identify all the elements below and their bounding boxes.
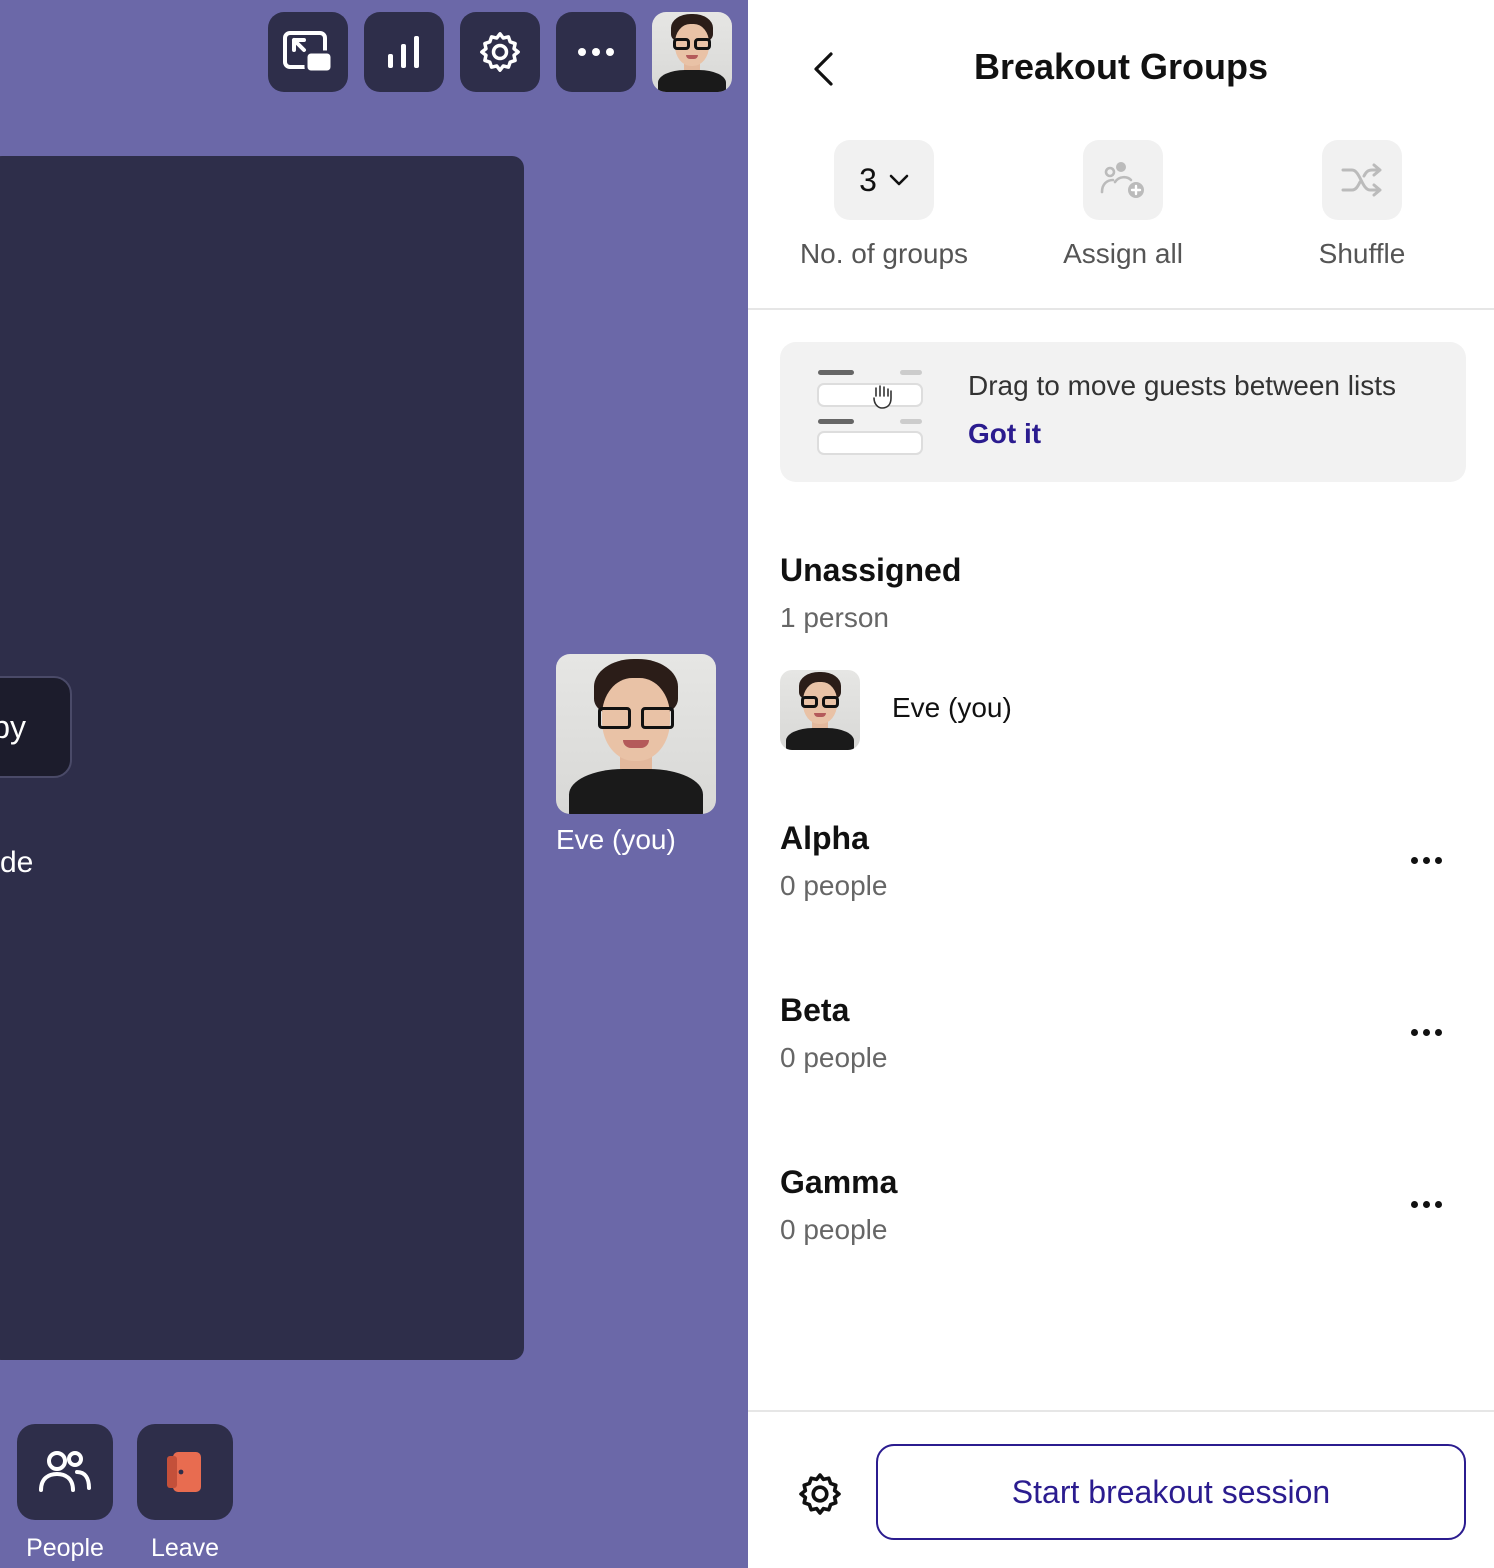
group-beta-count: 0 people [780, 1042, 888, 1073]
unassigned-title: Unassigned [780, 552, 962, 588]
people-button[interactable] [17, 1424, 113, 1520]
group-count-select[interactable]: 3 [834, 140, 934, 220]
controls-divider [748, 308, 1494, 310]
gear-icon [480, 32, 520, 72]
self-video-photo [556, 654, 716, 814]
group-gamma-title: Gamma [780, 1164, 898, 1200]
stats-icon [388, 36, 419, 68]
tip-text: Drag to move guests between lists [968, 370, 1396, 401]
group-beta-more-button[interactable] [1398, 1012, 1454, 1052]
shuffle-button[interactable] [1322, 140, 1402, 220]
breakout-settings-button[interactable] [796, 1470, 844, 1518]
group-count-label: No. of groups [799, 238, 969, 269]
stage-button[interactable]: py [0, 676, 72, 778]
shuffle-label: Shuffle [1318, 238, 1406, 269]
more-dot [1422, 1028, 1430, 1036]
leave-button[interactable] [137, 1424, 233, 1520]
pip-icon [283, 31, 334, 74]
more-dot [1422, 856, 1430, 864]
panel-title: Breakout Groups [973, 46, 1269, 87]
more-dot [1410, 1028, 1418, 1036]
group-alpha-count: 0 people [780, 870, 888, 901]
people-label: People [26, 1534, 104, 1562]
group-beta-title: Beta [780, 992, 850, 1028]
breakout-panel: Breakout Groups 3 No. of groups Assign a… [748, 0, 1494, 1568]
guest-avatar[interactable] [780, 670, 860, 750]
start-breakout-button[interactable]: Start breakout session [876, 1444, 1466, 1540]
assign-people-icon [1100, 162, 1144, 198]
stage-button-label: py [0, 708, 26, 745]
more-dot [1422, 1200, 1430, 1208]
call-area: py de Eve (you) People Leave [0, 0, 748, 1568]
guest-avatar-photo [780, 670, 860, 750]
stats-button[interactable] [364, 12, 444, 92]
leave-label: Leave [150, 1534, 220, 1562]
people-icon [39, 1451, 91, 1492]
footer-divider [748, 1410, 1494, 1412]
assign-all-label: Assign all [1063, 238, 1183, 269]
group-count-value: 3 [859, 161, 877, 198]
shuffle-icon [1341, 163, 1382, 197]
drag-illustration-icon [817, 370, 923, 455]
more-dot [1434, 856, 1442, 864]
group-gamma-count: 0 people [780, 1214, 888, 1245]
main-stage [0, 156, 524, 1360]
group-alpha-more-button[interactable] [1398, 840, 1454, 880]
user-avatar[interactable] [652, 12, 732, 92]
gear-icon [799, 1473, 841, 1515]
self-video-tile[interactable] [556, 654, 716, 814]
more-dot [1434, 1200, 1442, 1208]
stage-text: de [0, 846, 34, 879]
assign-all-button[interactable] [1083, 140, 1163, 220]
more-dot [1434, 1028, 1442, 1036]
avatar-photo [652, 12, 732, 92]
settings-button[interactable] [460, 12, 540, 92]
unassigned-count: 1 person [780, 602, 889, 633]
more-options-button[interactable] [556, 12, 636, 92]
door-icon [167, 1452, 201, 1492]
got-it-link[interactable]: Got it [968, 418, 1041, 450]
drag-tip-card: Drag to move guests between lists Got it [780, 342, 1466, 482]
more-dot [1410, 1200, 1418, 1208]
guest-name[interactable]: Eve (you) [892, 692, 1012, 724]
picture-in-picture-button[interactable] [268, 12, 348, 92]
more-icon [578, 48, 614, 56]
self-tile-name: Eve (you) [556, 824, 676, 855]
chevron-down-icon [889, 174, 909, 186]
group-gamma-more-button[interactable] [1398, 1184, 1454, 1224]
group-alpha-title: Alpha [780, 820, 869, 856]
more-dot [1410, 856, 1418, 864]
